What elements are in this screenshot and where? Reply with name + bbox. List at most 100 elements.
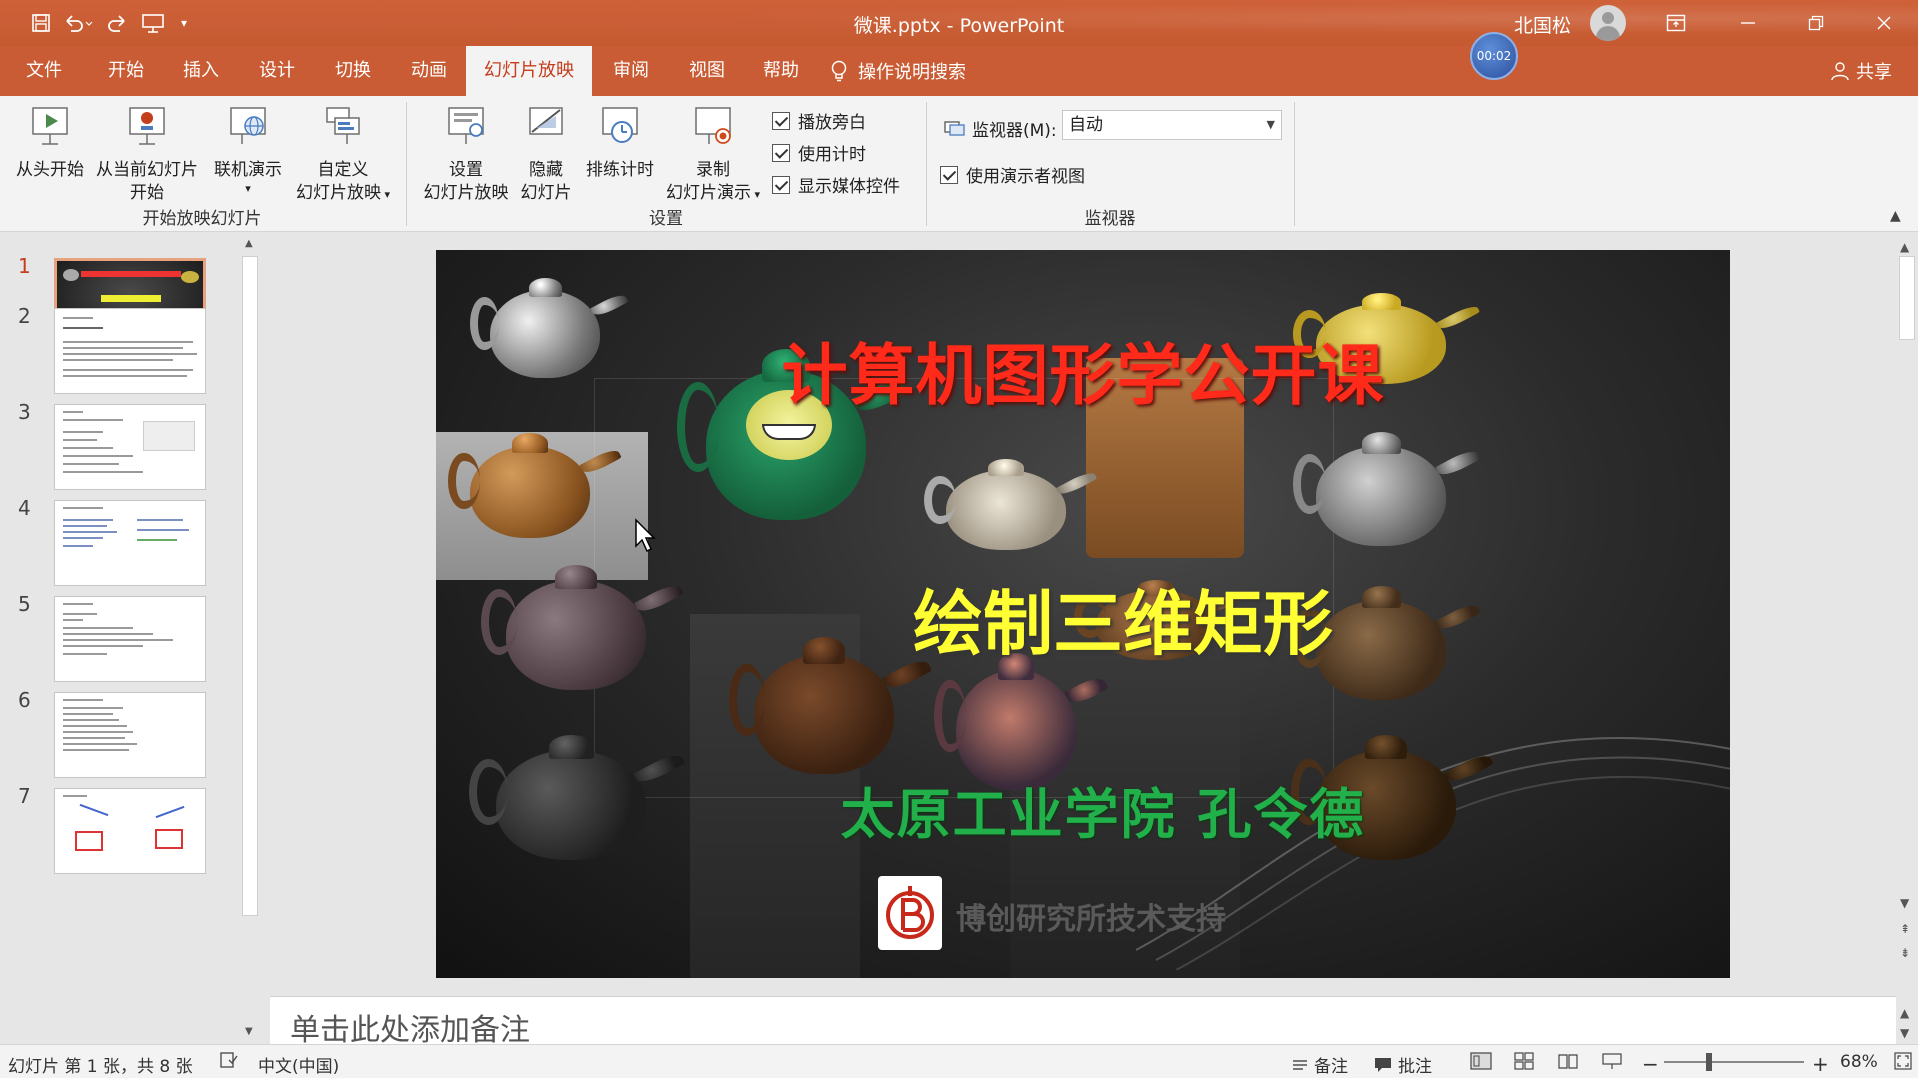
thumbnail-slide-5[interactable] — [54, 596, 206, 682]
custom-show-label-1: 自定义 — [317, 160, 369, 180]
zoom-level[interactable]: 68% — [1840, 1052, 1878, 1072]
language-text: 中文(中国) — [258, 1057, 340, 1077]
start-group-label: 开始放映幻灯片 — [142, 209, 262, 229]
thumbnail-slide-3[interactable] — [54, 404, 206, 490]
next-slide-icon[interactable]: ⇟ — [1900, 946, 1910, 960]
custom-show-icon — [326, 107, 360, 144]
presenter-view-checkbox[interactable]: 使用演示者视图 — [940, 162, 1085, 187]
online-globe-icon — [230, 107, 266, 144]
thumbnail-scrollbar[interactable]: ▲ ▼ — [240, 232, 260, 1044]
tab-home[interactable]: 开始 — [96, 46, 156, 96]
setup-slide-show-button[interactable]: 设置 幻灯片放映 — [418, 104, 514, 205]
tab-animations[interactable]: 动画 — [398, 46, 460, 96]
scrollbar-thumb[interactable] — [242, 256, 258, 916]
scroll-up-icon[interactable]: ▲ — [1900, 240, 1909, 254]
use-timings-checkbox[interactable]: 使用计时 — [772, 140, 866, 165]
reading-view-icon[interactable] — [1558, 1052, 1578, 1070]
slide-thumbnail-pane: 1 2 3 4 5 6 7 ▲ ▼ — [0, 232, 266, 1044]
monitor-group-label: 监视器 — [1084, 209, 1136, 229]
thumbnail-slide-4[interactable] — [54, 500, 206, 586]
comments-btn-label: 批注 — [1398, 1057, 1432, 1077]
close-icon[interactable] — [1854, 0, 1914, 46]
tab-view[interactable]: 视图 — [676, 46, 738, 96]
online-present-button[interactable]: 联机演示 ▾ — [208, 104, 288, 196]
slide-sorter-icon[interactable] — [1514, 1052, 1534, 1070]
show-media-controls-checkbox[interactable]: 显示媒体控件 — [772, 172, 900, 197]
notes-pane[interactable]: 单击此处添加备注 — [270, 996, 1896, 1048]
zoom-out-icon[interactable]: − — [1642, 1052, 1659, 1076]
checkbox-checked — [772, 143, 790, 162]
notes-scroll-down-icon[interactable]: ▼ — [1900, 1026, 1909, 1040]
checkbox-checked — [940, 165, 958, 184]
tab-file[interactable]: 文件 — [14, 46, 74, 96]
tab-review[interactable]: 审阅 — [600, 46, 662, 96]
language-indicator[interactable]: 中文(中国) — [258, 1052, 339, 1077]
tab-transitions[interactable]: 切换 — [322, 46, 384, 96]
hide-label-1: 隐藏 — [529, 160, 563, 180]
notes-placeholder[interactable]: 单击此处添加备注 — [290, 1005, 530, 1049]
stopwatch-icon — [602, 107, 638, 143]
current-slide[interactable]: 计算机图形学公开课 绘制三维矩形 太原工业学院 孔令德 博创研究所技术支持 — [436, 250, 1730, 978]
custom-slide-show-button[interactable]: 自定义 幻灯片放映 ▾ — [290, 104, 396, 206]
notes-scroll-up-icon[interactable]: ▲ — [1900, 1006, 1909, 1020]
tab-insert[interactable]: 插入 — [170, 46, 232, 96]
tab-design[interactable]: 设计 — [246, 46, 308, 96]
setup-label-2: 幻灯片放映 — [423, 183, 509, 203]
mouse-cursor-icon — [632, 518, 662, 561]
thumbnail-slide-6[interactable] — [54, 692, 206, 778]
spell-check-icon[interactable] — [220, 1052, 238, 1068]
slide-title: 计算机图形学公开课 — [781, 337, 1385, 414]
tell-me-search[interactable]: 操作说明搜索 — [830, 46, 966, 96]
editor-vertical-scrollbar[interactable]: ▲ ▼ ⇞ ⇟ ▲ ▼ — [1896, 232, 1918, 1044]
play-from-current-icon — [129, 107, 165, 145]
notes-icon — [1293, 1059, 1307, 1070]
from-current-slide-button[interactable]: 从当前幻灯片 开始 — [92, 104, 202, 205]
scroll-down-icon[interactable]: ▼ — [245, 1026, 253, 1037]
painted-teapot — [924, 458, 1098, 550]
chrome-teapot — [1292, 432, 1481, 546]
scroll-up-icon[interactable]: ▲ — [245, 238, 253, 249]
collapse-ribbon-icon[interactable]: ▲ — [1890, 208, 1901, 224]
tab-slide-show[interactable]: 幻灯片放映 — [466, 46, 592, 96]
scroll-down-icon[interactable]: ▼ — [1900, 896, 1909, 910]
zoom-slider-thumb[interactable] — [1706, 1053, 1712, 1071]
custom-show-label-2: 幻灯片放映 ▾ — [295, 183, 391, 203]
avatar[interactable] — [1590, 5, 1626, 41]
share-label: 共享 — [1856, 62, 1892, 83]
clay-teapot — [728, 637, 932, 774]
checkbox-checked — [772, 111, 790, 130]
fit-to-window-icon[interactable] — [1894, 1052, 1912, 1070]
share-button[interactable]: 共享 — [1830, 46, 1892, 96]
scrollbar-thumb[interactable] — [1899, 256, 1915, 340]
normal-view-icon[interactable] — [1470, 1052, 1492, 1070]
setup-group-label: 设置 — [649, 209, 683, 229]
thumbnail-slide-7[interactable] — [54, 788, 206, 874]
previous-slide-icon[interactable]: ⇞ — [1900, 922, 1910, 936]
chevron-down-icon: ▾ — [245, 182, 251, 195]
checkbox-checked — [772, 175, 790, 194]
monitor-dropdown-value: 自动 — [1069, 115, 1103, 135]
thumbnail-number: 3 — [18, 400, 31, 424]
zoom-slider[interactable] — [1664, 1061, 1804, 1063]
tab-help[interactable]: 帮助 — [750, 46, 812, 96]
user-name[interactable]: 北国松 — [1514, 11, 1571, 38]
record-slide-show-button[interactable]: 录制 幻灯片演示 ▾ — [660, 104, 766, 206]
thumbnail-number: 1 — [18, 254, 31, 278]
play-narrations-checkbox[interactable]: 播放旁白 — [772, 108, 866, 133]
comments-toggle-button[interactable]: 批注 — [1374, 1052, 1432, 1077]
from-beginning-button[interactable]: 从头开始 — [12, 104, 88, 182]
restore-icon[interactable] — [1786, 0, 1846, 46]
minimize-icon[interactable] — [1718, 0, 1778, 46]
from-beginning-label: 从头开始 — [16, 160, 84, 180]
thumbnail-number: 7 — [18, 784, 31, 808]
thumbnail-number: 2 — [18, 304, 31, 328]
notes-toggle-button[interactable]: 备注 — [1292, 1052, 1348, 1077]
slide-show-view-icon[interactable] — [1602, 1052, 1622, 1070]
slide-editor: 计算机图形学公开课 绘制三维矩形 太原工业学院 孔令德 博创研究所技术支持 — [266, 232, 1896, 996]
monitor-dropdown[interactable]: 自动 ▼ — [1062, 110, 1282, 140]
thumbnail-slide-2[interactable] — [54, 308, 206, 394]
ribbon-display-options-icon[interactable] — [1646, 0, 1706, 46]
zoom-in-icon[interactable]: + — [1812, 1052, 1829, 1076]
hide-slide-button[interactable]: 隐藏 幻灯片 — [516, 104, 576, 205]
rehearse-timings-button[interactable]: 排练计时 — [580, 104, 660, 182]
